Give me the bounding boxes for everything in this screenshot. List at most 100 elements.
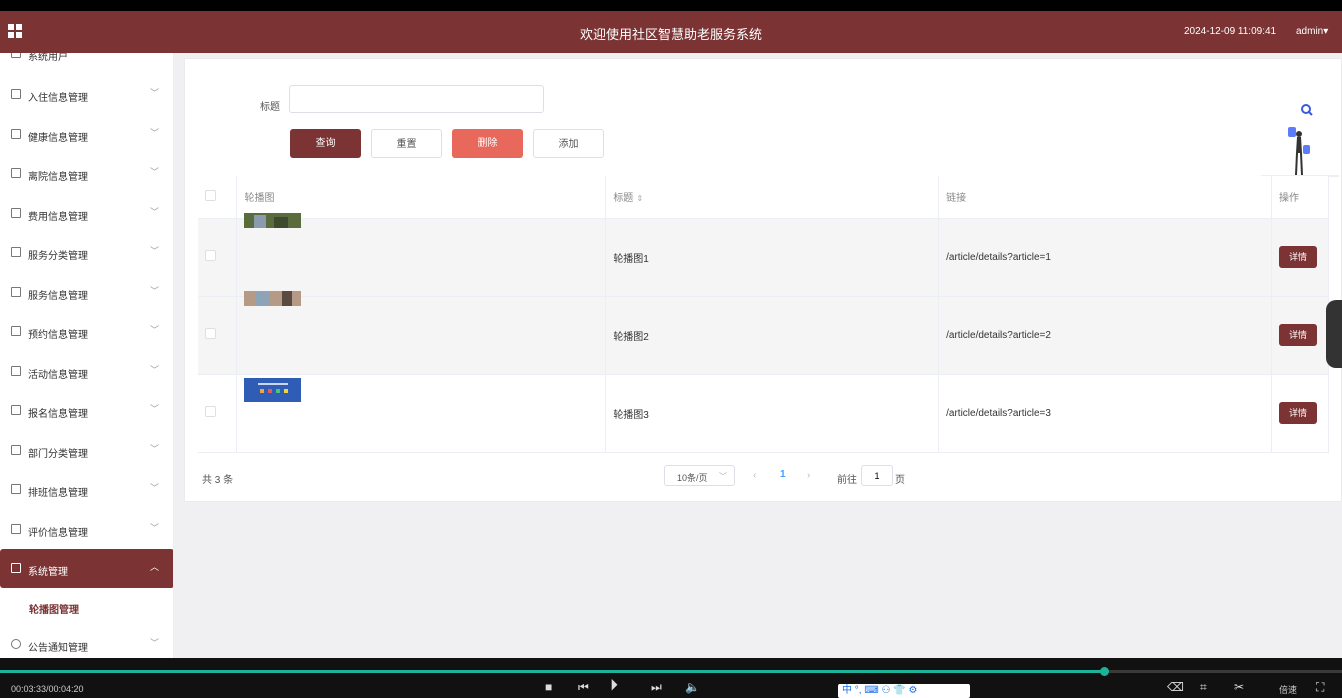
query-button[interactable]: 查询 bbox=[290, 129, 361, 158]
page-size-value: 10条/页 bbox=[677, 473, 708, 483]
sidebar-item-label: 入住信息管理 bbox=[28, 93, 88, 104]
sidebar-item-checkin[interactable]: 入住信息管理 ﹀ bbox=[0, 75, 173, 114]
next-icon[interactable]: ⏭ bbox=[651, 680, 662, 695]
chevron-down-icon: ﹀ bbox=[150, 638, 160, 648]
link-cell: /article/details?article=1 bbox=[938, 218, 1272, 297]
chevron-down-icon: ﹀ bbox=[150, 246, 160, 256]
sidebar-item-label: 评价信息管理 bbox=[28, 528, 88, 539]
fullscreen-icon[interactable]: ⛶ bbox=[1316, 680, 1324, 695]
image-icon bbox=[11, 563, 21, 573]
row-select-cell bbox=[198, 296, 238, 375]
chevron-up-icon: ︿ bbox=[150, 562, 160, 572]
image-cell bbox=[236, 213, 607, 297]
scissors-icon[interactable]: ✂ bbox=[1234, 680, 1244, 694]
sidebar-item-label: 费用信息管理 bbox=[28, 212, 88, 223]
detail-button[interactable]: 详情 bbox=[1278, 402, 1317, 424]
sidebar-item-label: 公告通知管理 bbox=[28, 643, 88, 654]
progress-knob[interactable] bbox=[1100, 667, 1110, 676]
title-search-input[interactable] bbox=[289, 85, 544, 113]
info-icon bbox=[11, 639, 21, 649]
sidebar-item-label: 报名信息管理 bbox=[28, 409, 88, 420]
user-icon bbox=[11, 53, 21, 58]
sidebar-item-system-user[interactable]: 系统用户 ﹀ bbox=[0, 53, 173, 73]
sidebar-item-health[interactable]: 健康信息管理 ﹀ bbox=[0, 115, 173, 154]
carousel-table: 轮播图 标题 ⇕ 链接 操作 轮播图1 /article/details?arti… bbox=[198, 176, 1330, 453]
volume-icon[interactable]: 🔈 bbox=[685, 680, 700, 694]
action-cell: 详情 bbox=[1271, 374, 1330, 453]
detail-button[interactable]: 详情 bbox=[1278, 246, 1317, 268]
document-icon bbox=[11, 405, 21, 415]
column-header-link: 链接 bbox=[938, 176, 1272, 219]
sidebar-item-service-info[interactable]: 服务信息管理 ﹀ bbox=[0, 273, 173, 312]
chevron-down-icon: ﹀ bbox=[150, 365, 160, 375]
video-player-bar: 00:03:33/00:04:20 ■ ⏮ ⏵ ⏭ 🔈 中 °, ⌨ ⚇ 👕 ⚙… bbox=[0, 658, 1342, 698]
sidebar-item-review[interactable]: 评价信息管理 ﹀ bbox=[0, 510, 173, 549]
prev-page-icon[interactable]: ‹ bbox=[753, 470, 756, 481]
search-illustration bbox=[1261, 104, 1339, 177]
add-button[interactable]: 添加 bbox=[533, 129, 604, 158]
page-number[interactable]: 1 bbox=[780, 469, 786, 480]
play-icon[interactable]: ⏵ bbox=[610, 677, 618, 695]
total-count: 共 3 条 bbox=[202, 475, 234, 486]
sidebar-item-schedule[interactable]: 排班信息管理 ﹀ bbox=[0, 470, 173, 509]
sidebar-item-label: 系统用户 bbox=[28, 53, 68, 63]
sidebar-item-system[interactable]: 系统管理 ︿ bbox=[0, 549, 173, 588]
select-all-checkbox[interactable] bbox=[205, 189, 216, 201]
carousel-thumbnail[interactable] bbox=[244, 378, 302, 402]
table-row: 轮播图3 /article/details?article=3 详情 bbox=[198, 374, 1330, 453]
sidebar-item-label: 离院信息管理 bbox=[28, 172, 88, 183]
sidebar: 系统用户 ﹀ 入住信息管理 ﹀ 健康信息管理 ﹀ 离院信息管理 ﹀ 费用信息管理 ﹀ 服务… bbox=[0, 53, 174, 658]
sidebar-subitem-carousel[interactable]: 轮播图管理 bbox=[29, 601, 79, 616]
sidebar-item-booking[interactable]: 预约信息管理 ﹀ bbox=[0, 312, 173, 351]
next-page-icon[interactable]: › bbox=[807, 470, 810, 481]
sidebar-item-fee[interactable]: 费用信息管理 ﹀ bbox=[0, 194, 173, 233]
goto-page-input[interactable] bbox=[861, 465, 893, 486]
reset-button[interactable]: 重置 bbox=[371, 129, 442, 158]
app-header: 欢迎使用社区智慧助老服务系统 2024-12-09 11:09:41 admin… bbox=[0, 11, 1342, 53]
row-checkbox[interactable] bbox=[205, 328, 216, 339]
sidebar-item-notice[interactable]: 公告通知管理 ﹀ bbox=[0, 625, 173, 658]
stop-icon[interactable]: ■ bbox=[545, 680, 552, 694]
document-icon bbox=[11, 208, 21, 218]
chevron-down-icon: ﹀ bbox=[150, 207, 160, 217]
document-icon bbox=[11, 524, 21, 534]
document-icon bbox=[11, 445, 21, 455]
title-cell: 轮播图2 bbox=[605, 296, 940, 375]
document-icon bbox=[11, 484, 21, 494]
row-checkbox[interactable] bbox=[205, 406, 216, 417]
title-cell: 轮播图3 bbox=[605, 374, 940, 453]
page-size-select[interactable]: 10条/页 ﹀ bbox=[664, 465, 735, 486]
sidebar-item-signup[interactable]: 报名信息管理 ﹀ bbox=[0, 391, 173, 430]
user-name: admin bbox=[1296, 26, 1324, 37]
carousel-thumbnail[interactable] bbox=[244, 213, 302, 228]
column-header-title[interactable]: 标题 ⇕ bbox=[605, 176, 940, 219]
column-header-image: 轮播图 bbox=[236, 176, 607, 219]
row-checkbox[interactable] bbox=[205, 250, 216, 261]
detail-button[interactable]: 详情 bbox=[1278, 324, 1317, 346]
sidebar-item-label: 服务信息管理 bbox=[28, 291, 88, 302]
sidebar-item-service-category[interactable]: 服务分类管理 ﹀ bbox=[0, 233, 173, 272]
column-header-action: 操作 bbox=[1271, 176, 1330, 219]
delete-button[interactable]: 删除 bbox=[452, 129, 523, 158]
progress-track[interactable] bbox=[0, 667, 1342, 676]
speed-button[interactable]: 倍速 bbox=[1279, 683, 1297, 696]
sidebar-item-label: 服务分类管理 bbox=[28, 251, 88, 262]
sort-icon[interactable]: ⇕ bbox=[636, 194, 643, 203]
carousel-thumbnail[interactable] bbox=[244, 291, 302, 306]
floating-side-handle[interactable] bbox=[1326, 300, 1342, 368]
sidebar-item-activity[interactable]: 活动信息管理 ﹀ bbox=[0, 352, 173, 391]
goto-unit: 页 bbox=[895, 475, 905, 486]
sidebar-item-label: 健康信息管理 bbox=[28, 133, 88, 144]
title-cell: 轮播图1 bbox=[605, 218, 940, 297]
table-header-row: 轮播图 标题 ⇕ 链接 操作 bbox=[198, 176, 1330, 219]
sidebar-item-leave[interactable]: 离院信息管理 ﹀ bbox=[0, 154, 173, 193]
user-menu[interactable]: admin▾ bbox=[1296, 26, 1328, 37]
sidebar-item-department[interactable]: 部门分类管理 ﹀ bbox=[0, 431, 173, 470]
ime-toolbar[interactable]: 中 °, ⌨ ⚇ 👕 ⚙ bbox=[838, 684, 970, 698]
crop-icon[interactable]: ⌗ bbox=[1200, 680, 1207, 695]
app-title: 欢迎使用社区智慧助老服务系统 bbox=[579, 27, 762, 42]
previous-icon[interactable]: ⏮ bbox=[578, 680, 589, 695]
document-icon bbox=[11, 247, 21, 257]
eraser-icon[interactable]: ⌫ bbox=[1167, 680, 1184, 694]
chevron-down-icon: ▾ bbox=[1323, 26, 1329, 37]
